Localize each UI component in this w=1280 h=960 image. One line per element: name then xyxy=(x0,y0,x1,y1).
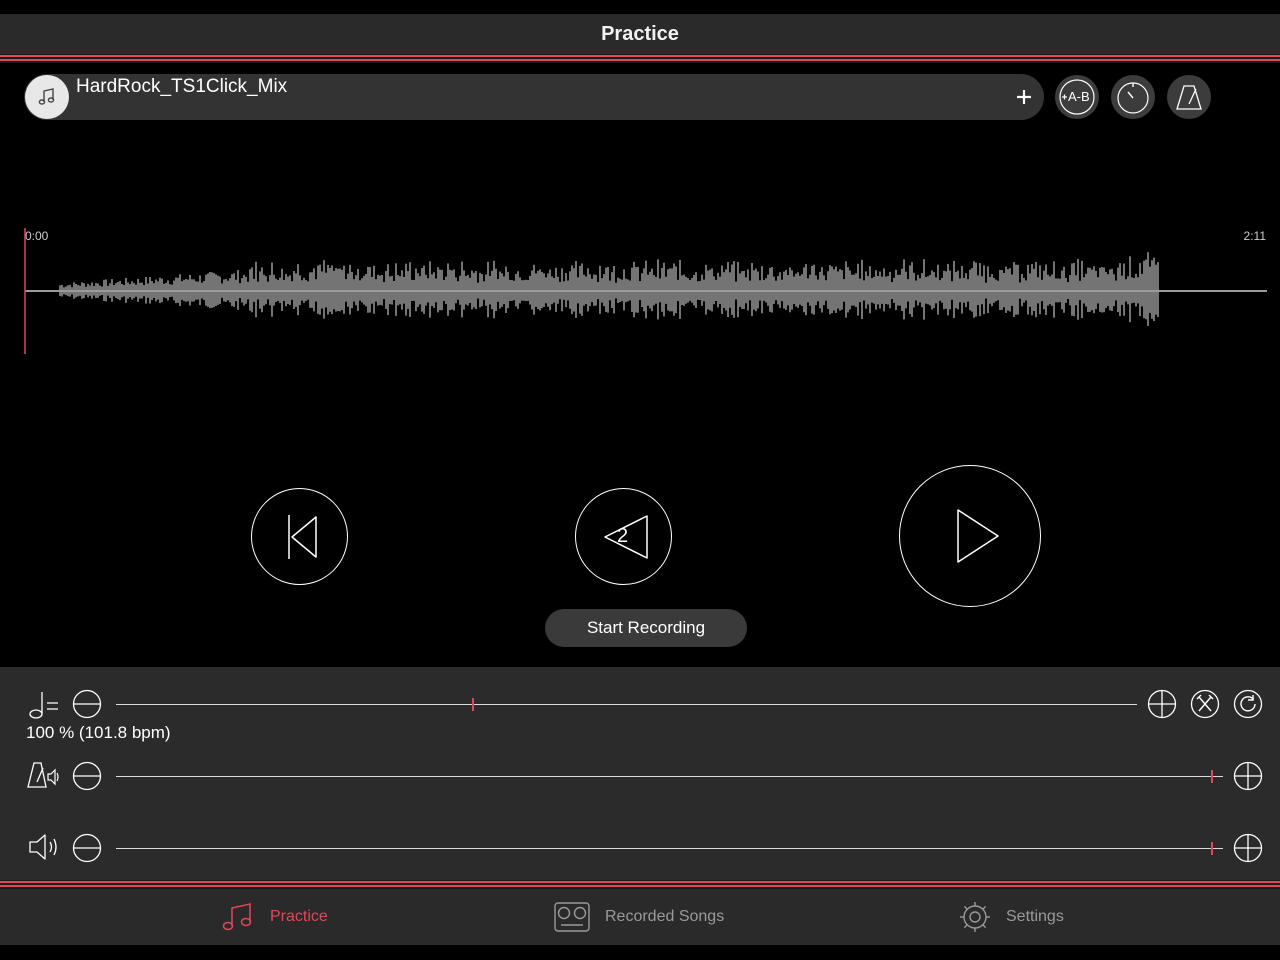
timer-button[interactable] xyxy=(1111,75,1155,119)
tab-recorded-songs-label: Recorded Songs xyxy=(605,908,725,925)
add-song-button[interactable] xyxy=(1010,83,1038,111)
page-title: Practice xyxy=(601,22,679,45)
minus-circle-icon xyxy=(72,761,102,791)
tab-practice[interactable]: Practice xyxy=(220,889,328,945)
tab-bar: Practice Recorded Songs Settings xyxy=(0,889,1280,945)
tab-settings-label: Settings xyxy=(1006,908,1064,925)
metronome-icon xyxy=(1176,85,1202,110)
nav-bar: Practice xyxy=(0,14,1280,54)
waveform[interactable] xyxy=(0,226,1280,356)
nav-accent-divider xyxy=(0,54,1280,63)
music-note-icon xyxy=(25,75,69,119)
gear-icon xyxy=(960,902,990,932)
song-volume-increase-button[interactable] xyxy=(1233,833,1263,863)
ab-loop-label: A-B xyxy=(1068,89,1090,104)
tempo-reset-button[interactable] xyxy=(1233,689,1263,719)
ab-loop-button[interactable]: A-B xyxy=(1055,75,1099,119)
song-selector[interactable]: HardRock_TS1Click_Mix xyxy=(24,74,1044,120)
metronome-button[interactable] xyxy=(1167,75,1211,119)
click-volume-slider[interactable] xyxy=(116,776,1223,777)
tempo-readout: 100 % (101.8 bpm) xyxy=(26,723,171,742)
metronome-volume-icon xyxy=(26,760,62,792)
rewind-button[interactable] xyxy=(251,488,348,585)
song-volume-slider[interactable] xyxy=(116,848,1223,849)
plus-circle-icon xyxy=(1233,833,1263,863)
minus-circle-icon xyxy=(72,689,102,719)
play-icon xyxy=(957,509,999,563)
tuning-fork-icon xyxy=(1190,689,1220,719)
song-volume-decrease-button[interactable] xyxy=(72,833,102,863)
tempo-slider[interactable] xyxy=(116,704,1137,705)
tempo-tools-button[interactable] xyxy=(1190,689,1220,719)
plus-icon xyxy=(1017,90,1031,104)
start-recording-button[interactable]: Start Recording xyxy=(545,609,747,647)
tape-recorder-icon xyxy=(554,902,590,932)
tab-settings[interactable]: Settings xyxy=(958,889,1064,945)
play-button[interactable] xyxy=(899,465,1041,607)
click-volume-slider-thumb[interactable] xyxy=(1210,770,1213,783)
tabbar-accent-divider xyxy=(0,880,1280,889)
speaker-icon xyxy=(26,832,62,862)
tempo-slider-thumb[interactable] xyxy=(472,698,475,711)
minus-circle-icon xyxy=(72,833,102,863)
music-note-icon xyxy=(222,903,252,931)
count-in-label: 2 xyxy=(617,525,629,547)
reset-icon xyxy=(1233,689,1263,719)
song-title: HardRock_TS1Click_Mix xyxy=(76,76,288,97)
tempo-increase-button[interactable] xyxy=(1147,689,1177,719)
count-in-button[interactable]: 2 xyxy=(575,488,672,585)
click-volume-decrease-button[interactable] xyxy=(72,761,102,791)
plus-circle-icon xyxy=(1233,761,1263,791)
timer-icon xyxy=(1117,82,1149,114)
status-strip xyxy=(0,0,1280,14)
song-volume-slider-thumb[interactable] xyxy=(1210,842,1213,855)
skip-to-start-icon xyxy=(287,514,317,559)
tempo-note-icon xyxy=(26,687,62,721)
tempo-decrease-button[interactable] xyxy=(72,689,102,719)
controls-panel: 100 % (101.8 bpm) xyxy=(0,667,1280,881)
plus-circle-icon xyxy=(1147,689,1177,719)
click-volume-increase-button[interactable] xyxy=(1233,761,1263,791)
bottom-strip xyxy=(0,945,1280,960)
tab-recorded-songs[interactable]: Recorded Songs xyxy=(553,889,724,945)
tab-practice-label: Practice xyxy=(270,908,328,925)
